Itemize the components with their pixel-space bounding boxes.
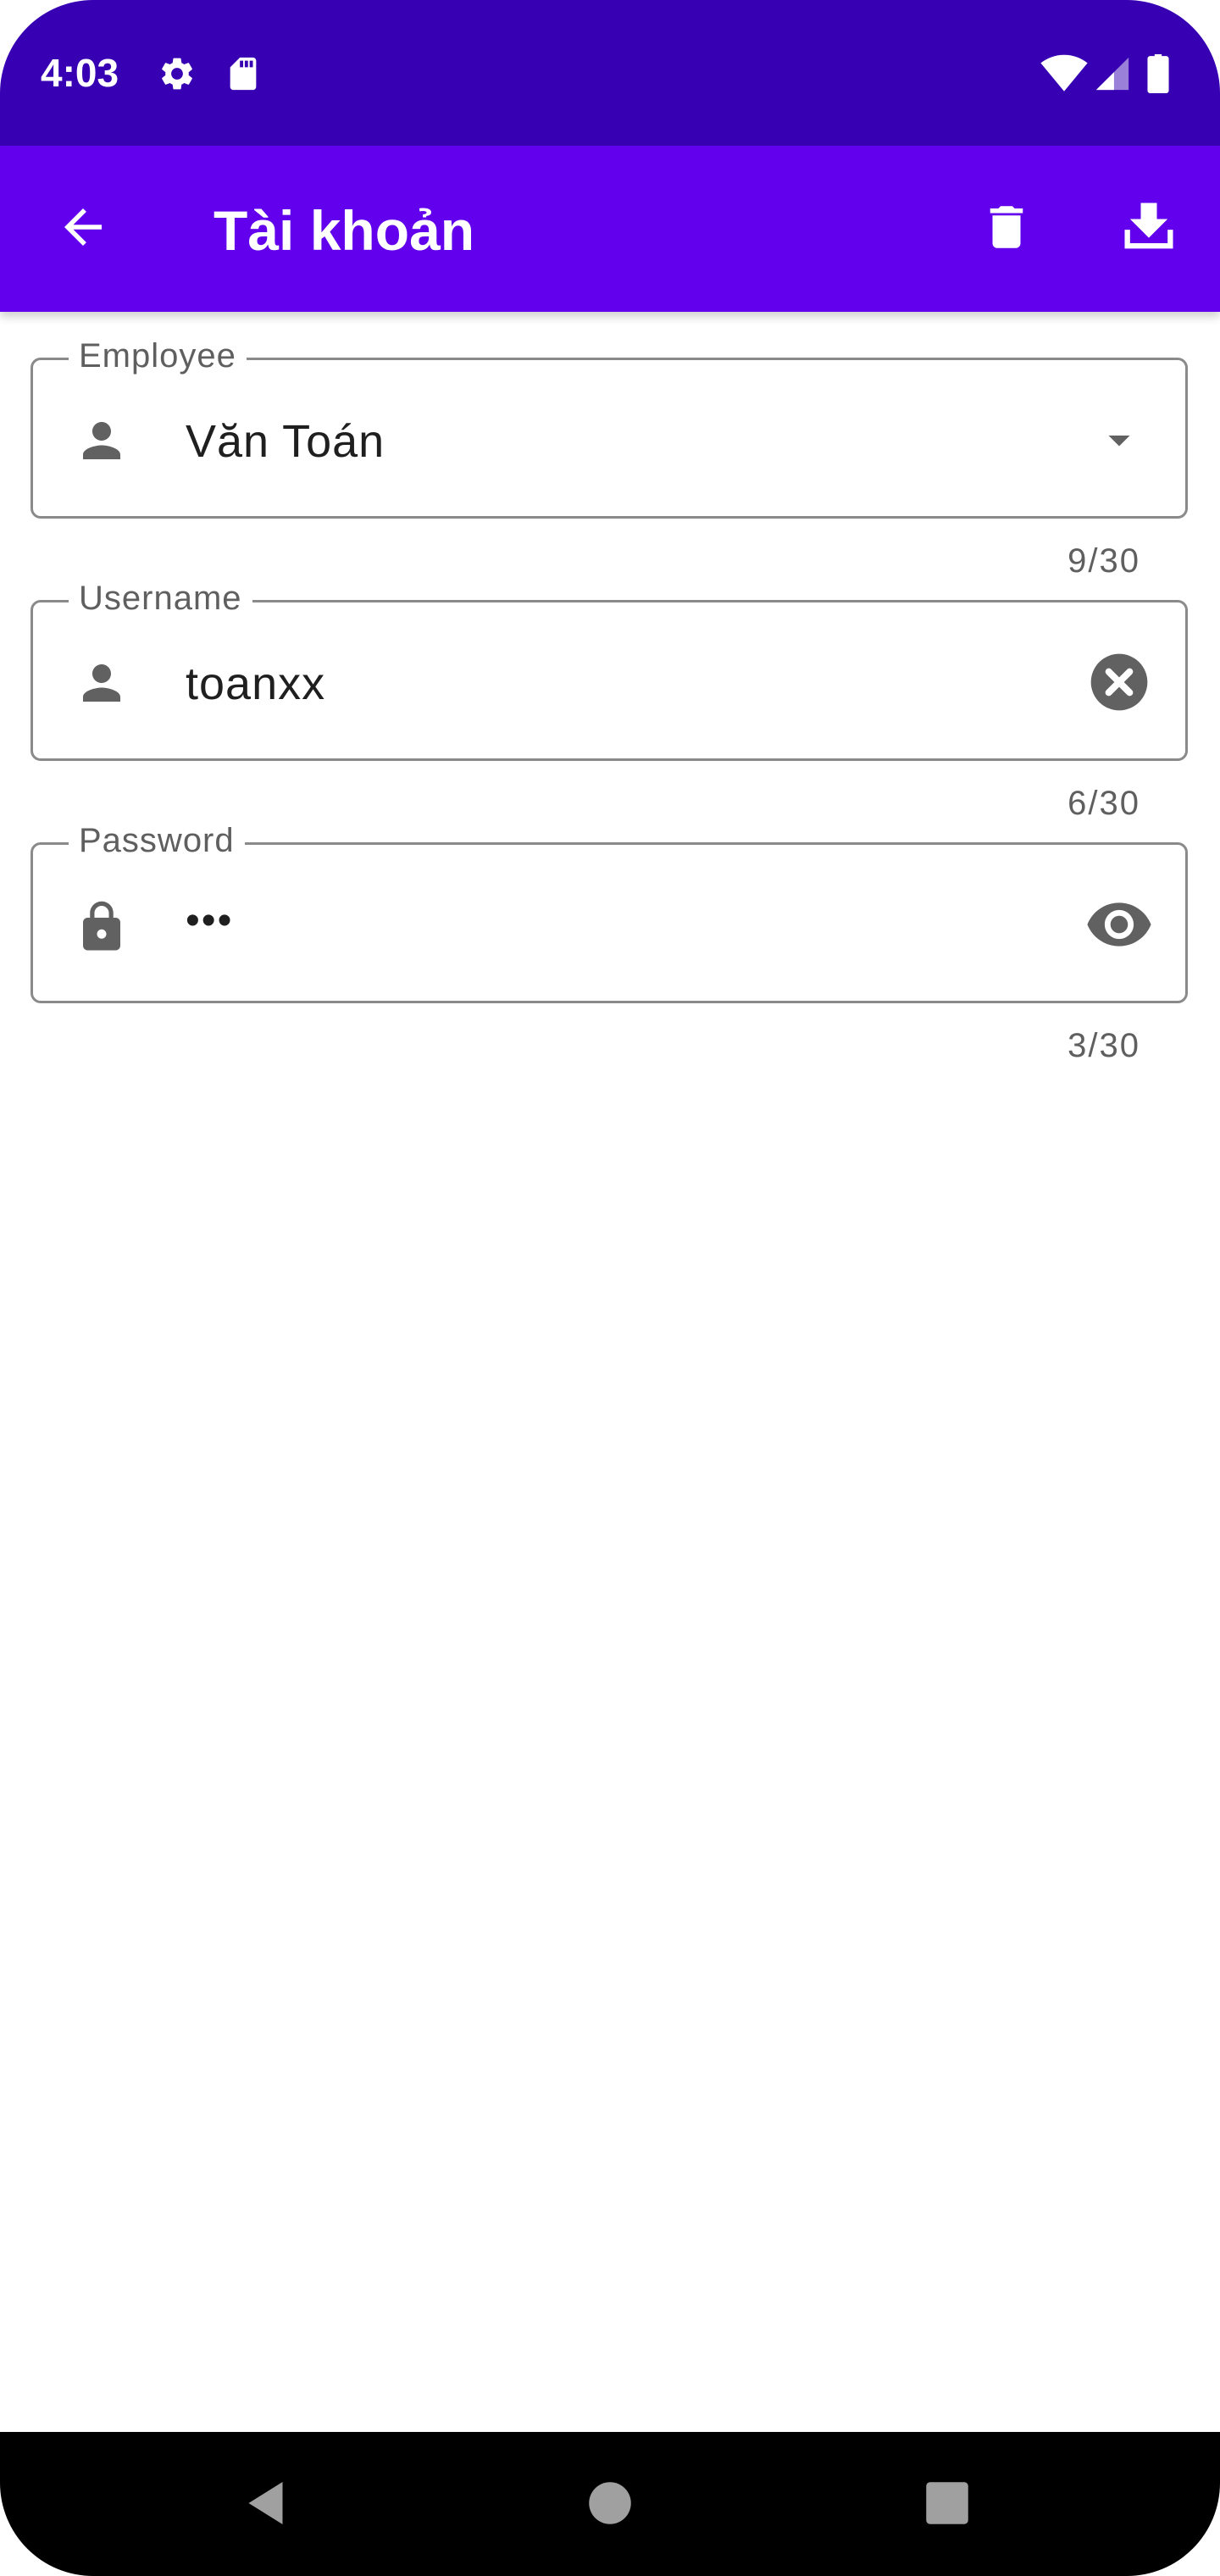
password-field[interactable]: Password ••• <box>30 819 1188 1003</box>
back-triangle-icon <box>242 2478 293 2533</box>
employee-value: Văn Toán <box>186 416 385 467</box>
settings-icon <box>158 54 197 93</box>
recents-square-icon <box>924 2480 970 2530</box>
status-bar: 4:03 <box>0 0 1220 146</box>
password-label: Password <box>69 819 245 862</box>
employee-label: Employee <box>69 335 247 377</box>
username-value: toanxx <box>186 658 326 709</box>
back-button[interactable] <box>32 178 134 280</box>
nav-home-button[interactable] <box>568 2462 652 2547</box>
employee-counter: 9/30 <box>1068 542 1140 580</box>
nav-back-button[interactable] <box>225 2462 310 2547</box>
delete-button[interactable] <box>956 178 1057 280</box>
clear-icon[interactable] <box>1079 641 1160 723</box>
battery-icon <box>1145 54 1171 93</box>
username-field[interactable]: Username toanxx <box>30 577 1188 761</box>
lock-icon <box>74 897 130 953</box>
status-time: 4:03 <box>41 51 119 95</box>
dropdown-arrow-icon[interactable] <box>1079 399 1160 480</box>
username-counter: 6/30 <box>1068 785 1140 822</box>
system-nav-bar <box>0 2432 1220 2576</box>
sd-card-icon <box>224 54 263 93</box>
arrow-back-icon <box>55 199 111 259</box>
employee-dropdown[interactable]: Employee Văn Toán <box>30 335 1188 519</box>
home-circle-icon <box>587 2480 633 2530</box>
password-value: ••• <box>186 898 234 943</box>
cell-signal-icon <box>1093 54 1132 93</box>
nav-recents-button[interactable] <box>905 2462 990 2547</box>
save-download-button[interactable] <box>1098 178 1200 280</box>
eye-icon[interactable] <box>1079 884 1160 965</box>
page-title: Tài khoản <box>214 199 475 262</box>
download-icon <box>1117 195 1181 264</box>
screen: 4:03 Tài khoản Employee Văn Toán 9/30 Us… <box>0 0 1220 2576</box>
password-counter: 3/30 <box>1068 1027 1140 1064</box>
delete-icon <box>979 199 1034 259</box>
app-bar: Tài khoản <box>0 146 1220 312</box>
username-label: Username <box>69 577 252 619</box>
person-icon <box>74 413 130 469</box>
person-icon <box>74 655 130 711</box>
wifi-icon <box>1040 54 1088 93</box>
